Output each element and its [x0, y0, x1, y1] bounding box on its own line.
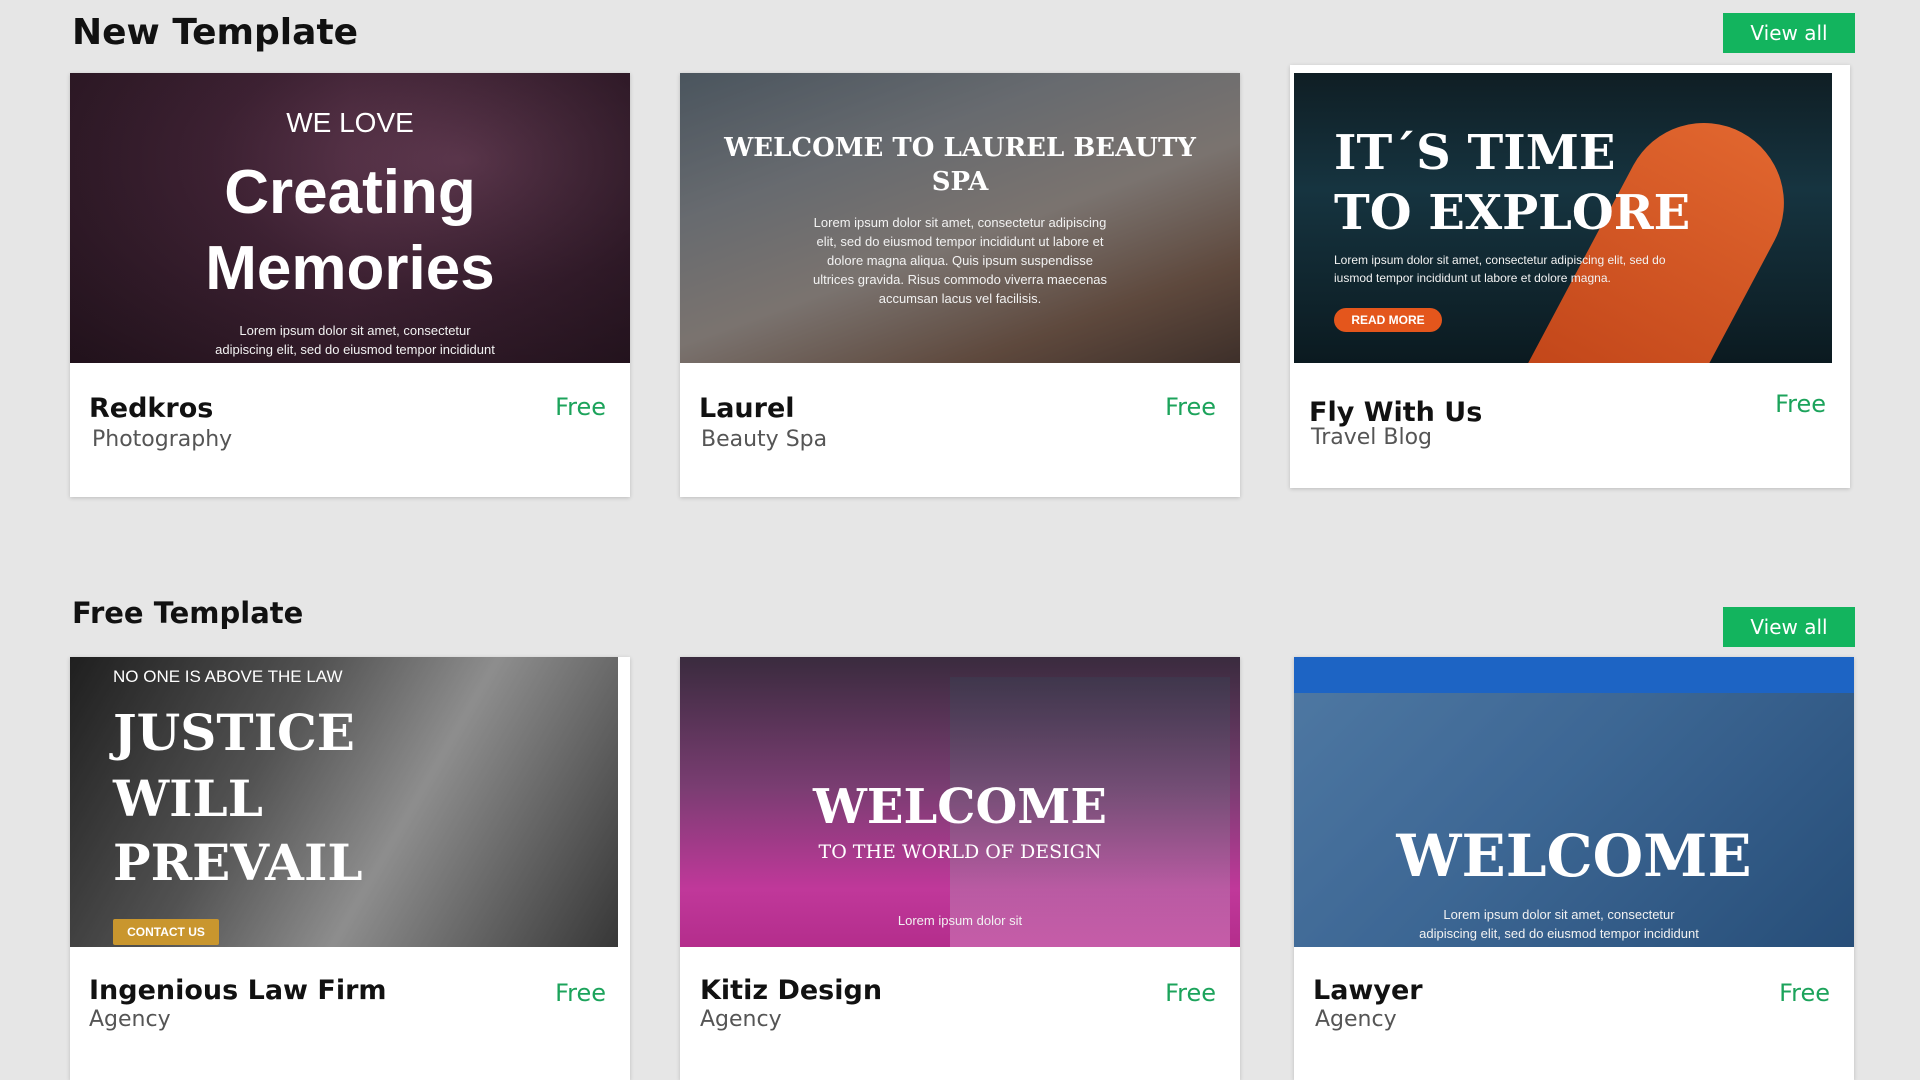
thumb-body: Lorem ipsum dolor sit	[897, 913, 1023, 928]
thumb-kicker: NO ONE IS ABOVE THE LAW	[113, 667, 343, 686]
template-thumbnail[interactable]: IT´S TIME TO EXPLORE Lorem ipsum dolor s…	[1294, 73, 1832, 363]
template-thumbnail[interactable]: WELCOME Lorem ipsum dolor sit amet, cons…	[1294, 657, 1854, 947]
template-thumbnail[interactable]: NO ONE IS ABOVE THE LAW JUSTICE WILL PRE…	[70, 657, 618, 947]
thumb-headline: WELCOME	[813, 779, 1107, 835]
template-name[interactable]: Kitiz Design	[700, 975, 882, 1006]
thumb-subline: TO THE WORLD OF DESIGN	[818, 841, 1102, 863]
template-category: Beauty Spa	[701, 427, 828, 452]
template-name[interactable]: Lawyer	[1313, 975, 1423, 1006]
template-name[interactable]: Redkros	[89, 393, 213, 424]
template-category: Agency	[1315, 1007, 1397, 1032]
contact-us-button[interactable]: CONTACT US	[113, 919, 219, 945]
template-name[interactable]: Laurel	[699, 393, 795, 424]
template-category: Travel Blog	[1311, 425, 1433, 450]
thumb-headline: TO EXPLORE	[1334, 185, 1691, 241]
template-thumbnail[interactable]: WELCOME TO THE WORLD OF DESIGN Lorem ips…	[680, 657, 1240, 947]
thumb-headline: IT´S TIME	[1334, 125, 1616, 181]
thumb-body: Lorem ipsum dolor sit amet, consectetur …	[1334, 253, 1666, 285]
section-title-new: New Template	[72, 12, 359, 53]
template-thumbnail[interactable]: WELCOME TO LAUREL BEAUTY SPA Lorem ipsum…	[680, 73, 1240, 363]
section-title-free: Free Template	[72, 596, 304, 630]
template-category: Photography	[92, 427, 233, 452]
view-all-new-button[interactable]: View all	[1723, 13, 1855, 53]
template-name[interactable]: Fly With Us	[1309, 397, 1482, 428]
thumb-headline: Memories	[205, 234, 495, 303]
template-category: Agency	[89, 1007, 171, 1032]
template-price: Free	[1779, 979, 1830, 1007]
thumb-headline: WELCOME	[1396, 822, 1752, 890]
thumb-headline: WILL	[113, 769, 263, 828]
template-thumbnail[interactable]: WE LOVE Creating Memories Lorem ipsum do…	[70, 73, 630, 363]
thumb-headline: PREVAIL	[113, 833, 363, 892]
template-price: Free	[1775, 390, 1826, 418]
template-price: Free	[1165, 979, 1216, 1007]
thumb-body: Lorem ipsum dolor sit amet, consectetur …	[1419, 907, 1699, 941]
template-card-kitiz-design[interactable]: WELCOME TO THE WORLD OF DESIGN Lorem ips…	[680, 657, 1240, 1080]
template-name[interactable]: Ingenious Law Firm	[89, 975, 387, 1006]
template-price: Free	[555, 979, 606, 1007]
view-all-free-button[interactable]: View all	[1723, 607, 1855, 647]
thumb-body: Lorem ipsum dolor sit amet, consectetur …	[812, 215, 1108, 306]
read-more-button[interactable]: READ MORE	[1334, 308, 1442, 332]
template-price: Free	[555, 393, 606, 421]
thumb-body: Lorem ipsum dolor sit amet, consectetur …	[215, 323, 495, 363]
template-category: Agency	[700, 1007, 782, 1032]
template-card-ingenious-law-firm[interactable]: NO ONE IS ABOVE THE LAW JUSTICE WILL PRE…	[70, 657, 630, 1080]
template-card-lawyer[interactable]: WELCOME Lorem ipsum dolor sit amet, cons…	[1294, 657, 1854, 1080]
template-card-laurel[interactable]: WELCOME TO LAUREL BEAUTY SPA Lorem ipsum…	[680, 73, 1240, 497]
thumb-headline: WELCOME TO LAUREL BEAUTY SPA	[724, 133, 1196, 197]
thumb-headline: JUSTICE	[113, 703, 355, 762]
template-price: Free	[1165, 393, 1216, 421]
thumb-kicker: WE LOVE	[286, 107, 414, 138]
template-card-redkros[interactable]: WE LOVE Creating Memories Lorem ipsum do…	[70, 73, 630, 497]
thumb-headline: Creating	[224, 158, 476, 227]
template-card-fly-with-us[interactable]: IT´S TIME TO EXPLORE Lorem ipsum dolor s…	[1290, 65, 1850, 488]
